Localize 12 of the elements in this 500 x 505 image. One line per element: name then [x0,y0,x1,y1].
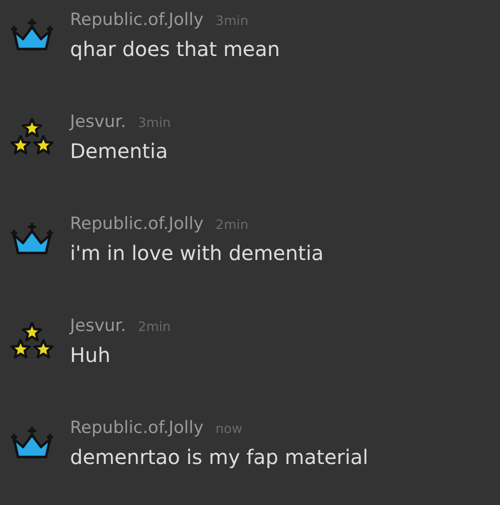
message-text: Dementia [70,139,169,163]
author-name: Republic.of.Jolly [70,214,204,234]
author-name: Jesvur. [70,112,126,132]
message-text: demenrtao is my fap material [70,445,368,469]
author-name: Jesvur. [70,316,126,336]
stars-icon [10,322,54,360]
message-text: Huh [70,343,112,367]
author-name: Republic.of.Jolly [70,10,204,30]
author-name: Republic.of.Jolly [70,418,204,438]
stars-icon [10,118,54,156]
message-text: qhar does that mean [70,37,280,61]
message-text: i'm in love with dementia [70,241,324,265]
